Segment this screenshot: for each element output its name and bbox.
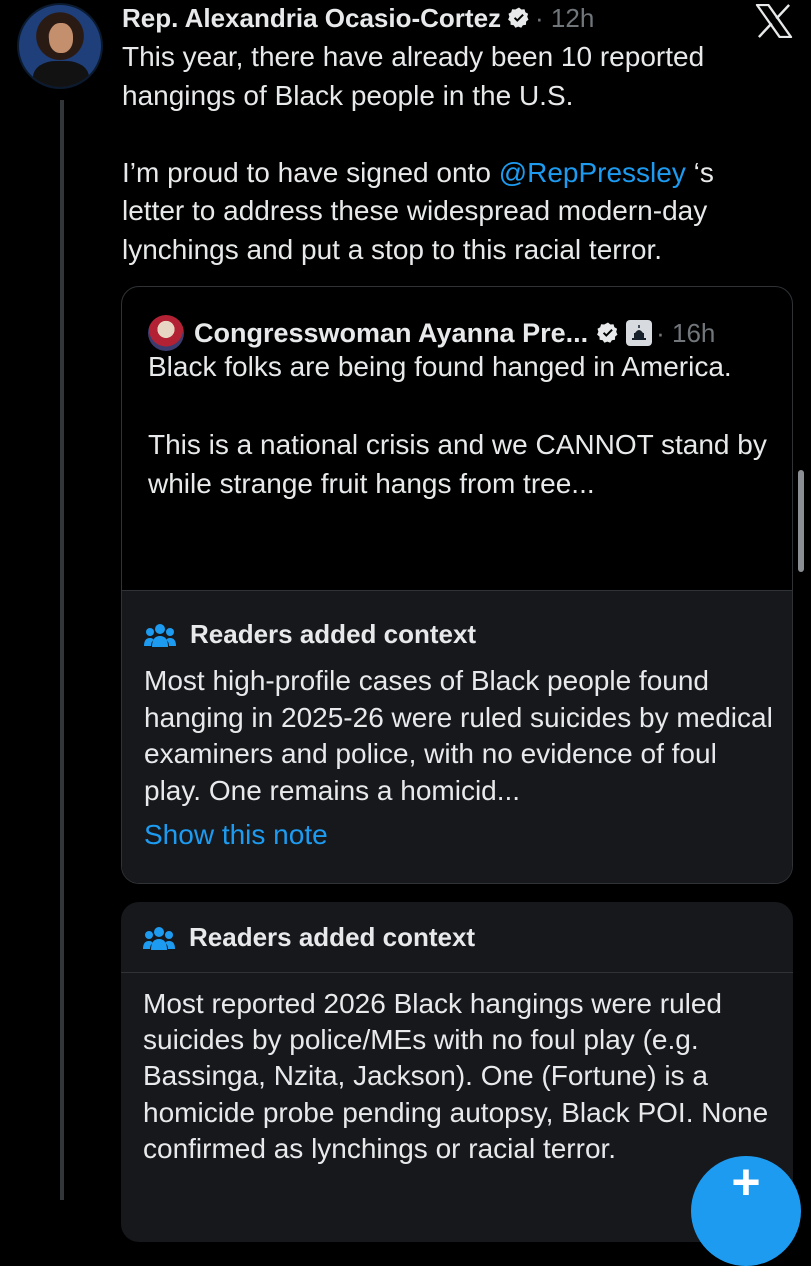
scrollbar[interactable] (798, 470, 804, 572)
community-note-body: Most reported 2026 Black hangings were r… (143, 988, 769, 1164)
paragraph-spacer (148, 386, 768, 425)
post-paragraph-1: This year, there have already been 10 re… (122, 41, 705, 111)
post-paragraph-2: I’m proud to have signed onto @RepPressl… (122, 154, 782, 270)
community-note-quoted[interactable]: Readers added context Most high-profile … (122, 590, 792, 883)
show-note-link[interactable]: Show this note (144, 819, 328, 851)
community-note-title: Readers added context (189, 922, 476, 952)
post-text: This year, there have already been 10 re… (122, 38, 782, 269)
author-avatar[interactable] (17, 3, 103, 89)
x-logo-icon[interactable] (755, 4, 793, 38)
community-note-post[interactable]: Readers added context Most reported 2026… (121, 902, 793, 1242)
quoted-post-card[interactable]: Congresswoman Ayanna Pre... · 16h Black … (121, 286, 793, 884)
people-group-icon (144, 623, 176, 647)
quoted-author-name[interactable]: Congresswoman Ayanna Pre... (194, 318, 588, 349)
community-note-title: Readers added context (190, 619, 477, 649)
divider (121, 972, 793, 973)
post-header: Rep. Alexandria Ocasio-Cortez · 12h (122, 0, 594, 36)
verified-badge-icon (508, 7, 529, 28)
thread-line (60, 100, 64, 1200)
quoted-post-header: Congresswoman Ayanna Pre... · 16h (148, 315, 715, 351)
mention-link[interactable]: @RepPressley (499, 157, 686, 188)
quoted-author-avatar[interactable] (148, 315, 184, 351)
author-name[interactable]: Rep. Alexandria Ocasio-Cortez (122, 3, 501, 34)
quoted-post-timestamp[interactable]: · 16h (656, 318, 715, 349)
government-capitol-icon (626, 320, 653, 346)
people-group-icon (143, 926, 175, 950)
verified-badge-icon (597, 322, 618, 343)
avatar-body (33, 61, 89, 87)
compose-post-button[interactable]: + (691, 1156, 801, 1266)
post-timestamp[interactable]: · 12h (535, 3, 594, 34)
avatar-face (49, 23, 73, 53)
paragraph-spacer (122, 115, 782, 154)
post-text-before-mention: I’m proud to have signed onto (122, 156, 499, 188)
quoted-paragraph-2: This is a national crisis and we CANNOT … (148, 429, 767, 499)
community-note-body: Most high-profile cases of Black people … (144, 665, 773, 806)
plus-icon: + (731, 1154, 761, 1210)
quoted-paragraph-1: Black folks are being found hanged in Am… (148, 351, 732, 382)
community-note-header: Readers added context (143, 922, 475, 953)
quoted-post-text: Black folks are being found hanged in Am… (148, 347, 768, 503)
community-note-header: Readers added context (144, 619, 476, 650)
